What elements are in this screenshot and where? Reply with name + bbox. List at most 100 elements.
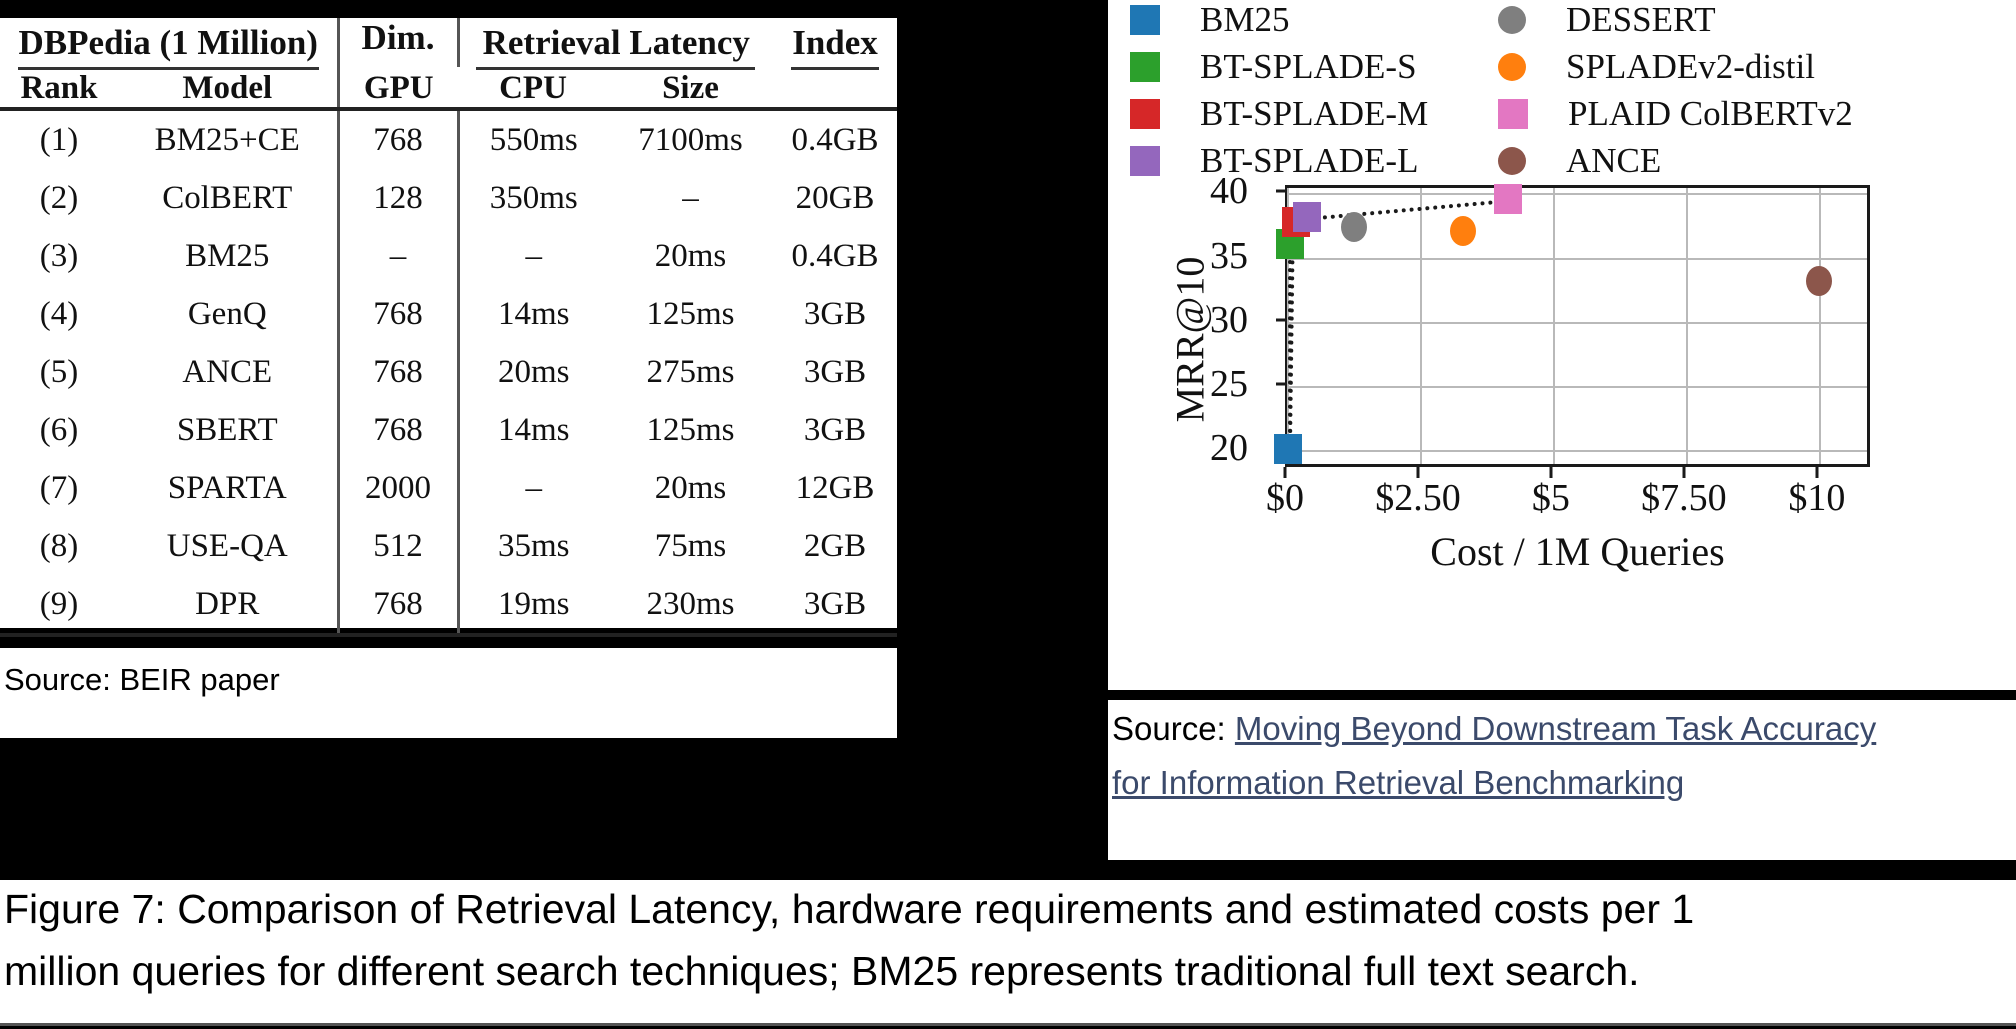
- group-header-retrieval-latency: Retrieval Latency: [456, 18, 773, 67]
- cell-gpu: 550ms: [456, 109, 608, 170]
- cell-dim: 768: [336, 343, 458, 402]
- legend-label: ANCE: [1566, 141, 1662, 180]
- cell-size: 3GB: [803, 353, 867, 390]
- data-point-ance[interactable]: [1806, 266, 1833, 297]
- legend-label: BT-SPLADE-S: [1200, 47, 1417, 86]
- cell-rank: (8): [39, 527, 79, 564]
- cell-dim: 768: [336, 401, 458, 460]
- y-tick-label: 35: [1210, 234, 1248, 277]
- cell-model: DPR: [195, 585, 260, 622]
- y-tick-mark: [1276, 382, 1287, 386]
- cell-model: BM25: [185, 237, 270, 274]
- cell-cpu: 230ms: [646, 585, 735, 622]
- cell-rank: (4): [39, 295, 79, 332]
- legend-item[interactable]: ANCE: [1498, 141, 1661, 181]
- y-tick-label: 20: [1210, 426, 1248, 469]
- table-column-header-row: Rank Model GPU CPU Size: [0, 70, 897, 107]
- cell-dim: 2000: [336, 459, 458, 518]
- cell-cpu: 125ms: [646, 411, 735, 448]
- right-source-line-1: Source: Moving Beyond Downstream Task Ac…: [1112, 710, 1876, 748]
- table-row: (9) DPR 768 19ms 230ms 3GB: [0, 575, 897, 633]
- cell-size: 12GB: [795, 469, 875, 506]
- retrieval-latency-table: DBPedia (1 Million) Dim. Retrieval Laten…: [0, 18, 897, 637]
- column-header-size: Size: [662, 70, 719, 106]
- right-source-prefix: Source:: [1112, 710, 1235, 747]
- cost-vs-mrr-figure-panel: BM25 BT-SPLADE-S BT-SPLADE-M BT-SPLADE-L DES…: [1108, 0, 2016, 690]
- column-header-cpu: CPU: [499, 70, 567, 106]
- beir-table-panel: DBPedia (1 Million) Dim. Retrieval Laten…: [0, 18, 897, 637]
- cell-rank: (2): [39, 180, 79, 217]
- right-source-link-line-1[interactable]: Moving Beyond Downstream Task Accuracy: [1235, 710, 1876, 747]
- group-header-index: Index: [792, 22, 878, 62]
- legend-item[interactable]: SPLADEv2-distil: [1498, 47, 1815, 87]
- cell-size: 2GB: [803, 527, 867, 564]
- legend-item[interactable]: PLAID ColBERTv2: [1498, 94, 1853, 134]
- cell-model: ColBERT: [162, 180, 293, 217]
- cell-model: SBERT: [176, 411, 278, 448]
- cell-size: 3GB: [803, 585, 867, 622]
- legend-item[interactable]: DESSERT: [1498, 0, 1716, 40]
- table-row: (8) USE-QA 512 35ms 75ms 2GB: [0, 517, 897, 576]
- cell-gpu: 35ms: [456, 517, 608, 576]
- legend-label: DESSERT: [1566, 0, 1716, 39]
- gridline-vertical: [1818, 188, 1821, 464]
- cell-dim: 768: [336, 285, 458, 344]
- gridline-horizontal: [1288, 321, 1867, 324]
- cell-size: 3GB: [803, 411, 867, 448]
- x-tick-label: $10: [1788, 477, 1846, 519]
- gridline-horizontal: [1288, 385, 1867, 388]
- cell-dim: 512: [336, 517, 458, 576]
- legend-item[interactable]: BT-SPLADE-M: [1130, 94, 1428, 134]
- column-header-model: Model: [182, 70, 273, 106]
- column-header-gpu: GPU: [336, 70, 458, 107]
- legend-label: BM25: [1200, 0, 1290, 39]
- y-tick-mark: [1276, 189, 1287, 193]
- cell-model: USE-QA: [166, 527, 288, 564]
- x-tick-label: $7.50: [1641, 477, 1727, 519]
- legend-label: PLAID ColBERTv2: [1568, 94, 1853, 133]
- cell-model: BM25+CE: [154, 121, 300, 158]
- cell-gpu: 14ms: [456, 401, 608, 460]
- cell-dim: 768: [336, 575, 458, 633]
- x-tick-label: $5: [1531, 477, 1570, 519]
- underline-index: [773, 67, 897, 70]
- cell-cpu: 125ms: [646, 295, 735, 332]
- cell-size: 20GB: [795, 180, 875, 217]
- table-row: (6) SBERT 768 14ms 125ms 3GB: [0, 401, 897, 460]
- right-source-line-2: for Information Retrieval Benchmarking: [1112, 764, 1684, 802]
- data-point-bm25[interactable]: [1273, 434, 1302, 465]
- data-point-plaid-colbertv2[interactable]: [1494, 184, 1523, 215]
- table-row: (4) GenQ 768 14ms 125ms 3GB: [0, 285, 897, 344]
- cell-rank: (9): [39, 585, 79, 622]
- legend-label: SPLADEv2-distil: [1566, 47, 1815, 86]
- cell-dim: 768: [336, 109, 458, 170]
- gridline-vertical: [1685, 188, 1688, 464]
- x-axis-label: Cost / 1M Queries: [1430, 529, 1725, 574]
- x-tick-label: $0: [1266, 477, 1304, 519]
- table-row: (7) SPARTA 2000– 20ms 12GB: [0, 459, 897, 518]
- cell-model: SPARTA: [167, 469, 287, 506]
- cell-gpu: –: [456, 227, 608, 286]
- legend-item[interactable]: BM25: [1130, 0, 1289, 40]
- caption-line-1: Figure 7: Comparison of Retrieval Latenc…: [4, 886, 1695, 932]
- gridline-vertical: [1419, 188, 1422, 464]
- legend-square-icon: [1130, 99, 1160, 129]
- column-header-rank: Rank: [20, 70, 98, 106]
- figure-caption: Figure 7: Comparison of Retrieval Latenc…: [0, 880, 2016, 1026]
- chart-legend: BM25 BT-SPLADE-S BT-SPLADE-M BT-SPLADE-L DES…: [1108, 0, 2016, 180]
- right-source-link-line-2[interactable]: for Information Retrieval Benchmarking: [1112, 764, 1684, 801]
- legend-label: BT-SPLADE-M: [1200, 94, 1429, 133]
- cell-size: 0.4GB: [791, 121, 879, 158]
- cell-rank: (1): [39, 121, 79, 158]
- cell-gpu: 14ms: [456, 285, 608, 344]
- data-point-spladev2-distil[interactable]: [1450, 216, 1477, 247]
- table-row: (2) ColBERT 128 350ms – 20GB: [0, 169, 897, 228]
- legend-item[interactable]: BT-SPLADE-S: [1130, 47, 1417, 87]
- cell-gpu: 350ms: [456, 169, 608, 228]
- data-point-dessert[interactable]: [1341, 212, 1368, 243]
- column-header-dim: Dim.: [336, 18, 458, 70]
- legend-circle-icon: [1498, 6, 1526, 34]
- scatter-plot: MRR@10 $0 $2.50 $5 $7.50 $10 20 25 30 35 40 Cost …: [1108, 170, 2016, 690]
- table-row: (1) BM25+CE 768 550ms 7100ms 0.4GB: [0, 109, 897, 170]
- data-point-bt-splade-l[interactable]: [1293, 202, 1322, 233]
